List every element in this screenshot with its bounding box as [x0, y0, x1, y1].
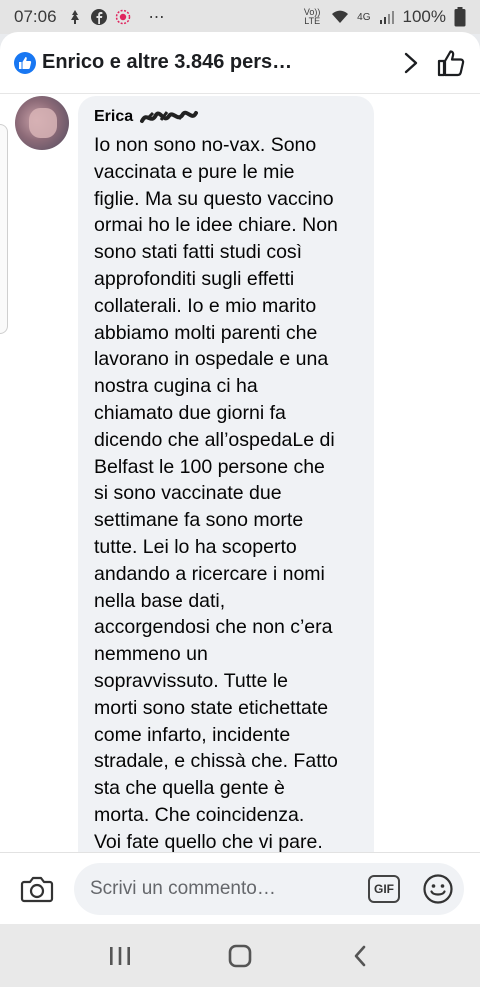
- comment-line: ormai ho le idee chiare. Non: [94, 214, 338, 237]
- like-button-icon[interactable]: [436, 48, 466, 78]
- comment-line: approfonditi sugli effetti: [94, 267, 295, 290]
- comment-composer: Scrivi un commento… GIF: [0, 852, 480, 924]
- comment-line: nostra cugina ci ha: [94, 375, 258, 398]
- comment-line: tutte. Lei lo ha scoperto: [94, 535, 297, 558]
- battery-icon: [454, 7, 466, 27]
- comment-line: chiamato due giorni fa: [94, 401, 286, 424]
- recents-icon: [110, 946, 130, 965]
- home-button[interactable]: [220, 936, 260, 976]
- comment-line: lavorano in ospedale e una: [94, 348, 329, 371]
- gif-button[interactable]: GIF: [368, 874, 400, 903]
- comment-line: nella base dati,: [94, 589, 226, 612]
- status-bar: 07:06 ⋯ Vo)) LTE 4G 100%: [0, 0, 480, 34]
- more-notifications-icon: ⋯: [148, 9, 165, 26]
- comment-line: settimane fa sono morte: [94, 509, 304, 532]
- comment-line: collaterali. Io e mio marito: [94, 294, 317, 317]
- network-type: 4G: [357, 11, 371, 23]
- comments-sheet: Enrico e altre 3.846 pers… Erica Io non …: [0, 32, 480, 862]
- comment-line: abbiamo molti parenti che: [94, 321, 318, 344]
- comment-line: come infarto, incidente: [94, 723, 291, 746]
- signal-icon: [379, 11, 394, 24]
- comment-line: accorgendosi che non c’era: [94, 616, 333, 639]
- comment-line: morta. Che coincidenza.: [94, 803, 305, 826]
- reactions-bar[interactable]: Enrico e altre 3.846 pers…: [0, 32, 480, 94]
- comment-line: si sono vaccinate due: [94, 482, 282, 505]
- comment-bubble: Erica Io non sono no-vax. Sono vaccinata …: [78, 96, 374, 862]
- comment-author[interactable]: Erica: [94, 108, 133, 126]
- home-icon: [228, 944, 252, 967]
- comment-input-placeholder: Scrivi un commento…: [90, 877, 276, 899]
- notification-app-icon: [70, 10, 79, 24]
- recents-button[interactable]: [100, 936, 140, 976]
- comment-line: sta che quella gente è: [94, 777, 285, 800]
- comment-line: morti sono state etichettate: [94, 696, 329, 719]
- redaction-scribble: [140, 110, 199, 123]
- comment-line: vaccinata e pure le mie: [94, 160, 295, 183]
- wifi-icon: [332, 10, 349, 23]
- camera-icon[interactable]: [20, 872, 54, 906]
- record-icon: [115, 9, 130, 25]
- previous-comment-edge: [0, 124, 8, 334]
- like-reaction-icon: [14, 51, 36, 74]
- facebook-icon: [90, 9, 107, 25]
- system-navigation-bar: [0, 924, 480, 987]
- back-button[interactable]: [340, 936, 380, 976]
- battery-level: 100%: [402, 7, 446, 26]
- avatar[interactable]: [15, 96, 69, 150]
- comment-line: andando a ricercare i nomi: [94, 562, 325, 585]
- comment-input[interactable]: Scrivi un commento… GIF: [74, 862, 464, 915]
- reactions-summary[interactable]: Enrico e altre 3.846 pers…: [42, 51, 292, 74]
- comment-line: sono stati fatti studi così: [94, 241, 303, 264]
- chevron-right-icon[interactable]: [404, 52, 418, 74]
- comment-line: dicendo che all’ospedaLe di: [94, 428, 335, 451]
- comment-text: Io non sono no-vax. Sono vaccinata e pure…: [94, 132, 358, 856]
- comment-line: Belfast le 100 persone che: [94, 455, 325, 478]
- volte-indicator: Vo)) LTE: [303, 7, 321, 26]
- comment-line: figlie. Ma su questo vaccino: [94, 187, 334, 210]
- comment-line: sopravvissuto. Tutte le: [94, 669, 289, 692]
- comment-line: Io non sono no-vax. Sono: [94, 134, 317, 156]
- comment-line: nemmeno un: [94, 643, 208, 666]
- back-icon: [354, 945, 366, 966]
- comment-line: stradale, e chissà che. Fatto: [94, 750, 338, 773]
- clock: 07:06: [14, 7, 57, 26]
- emoji-icon[interactable]: [422, 873, 454, 905]
